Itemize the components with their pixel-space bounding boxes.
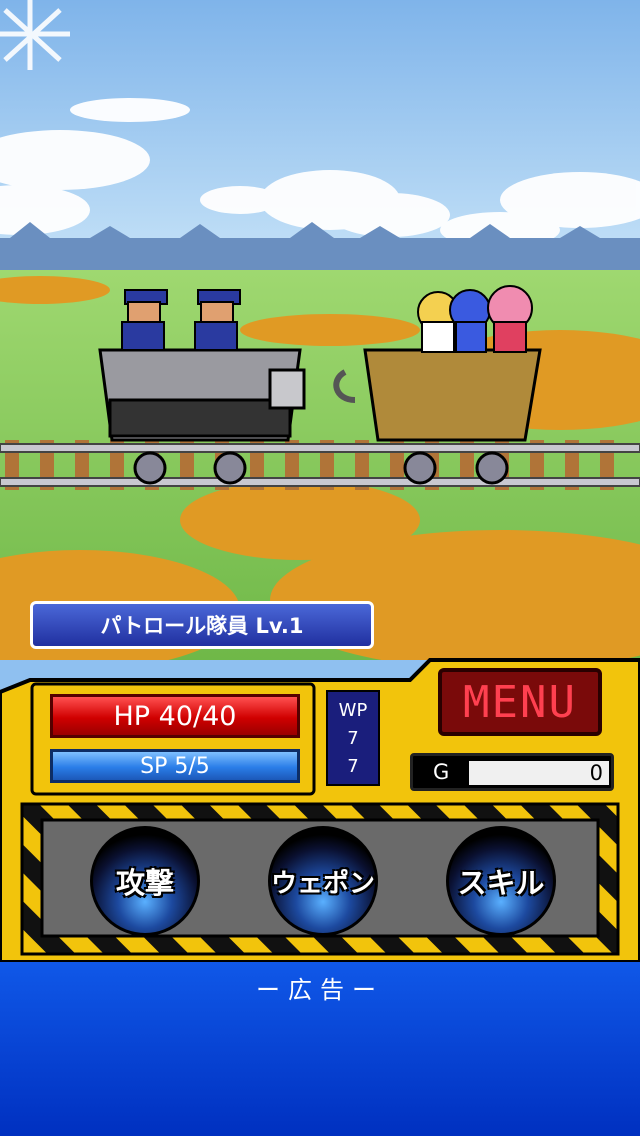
wp-current: 7 (347, 727, 359, 749)
wp-max: 7 (347, 755, 359, 777)
weapon-label: ウェポン (271, 868, 376, 899)
enemy-name-banner: パトロール隊員 Lv.1 (30, 601, 374, 649)
ad-banner[interactable]: ー広告ー (0, 962, 640, 1136)
wp-counter: WP 7 7 (326, 690, 380, 786)
enemy-patrol-officer-2 (194, 289, 241, 351)
gold-display: G 0 (410, 753, 614, 791)
hp-value: HP 40/40 (113, 700, 237, 732)
enemy-name-label: パトロール隊員 Lv.1 (100, 614, 304, 638)
hero-blue-hair (449, 289, 491, 353)
ad-label: ー広告ー (256, 976, 384, 1004)
gold-value: 0 (469, 761, 609, 785)
gold-label: G (433, 760, 450, 784)
battle-scene (0, 0, 640, 660)
attack-button[interactable]: 攻撃 (90, 826, 200, 936)
weapon-button[interactable]: ウェポン (268, 826, 378, 936)
hero-pink-hair (487, 285, 533, 353)
enemy-patrol-officer-1 (121, 289, 168, 351)
skill-button[interactable]: スキル (446, 826, 556, 936)
menu-button[interactable]: MENU (438, 668, 602, 736)
attack-label: 攻撃 (115, 866, 174, 900)
wp-label: WP (338, 699, 368, 721)
sp-gauge: SP 5/5 (50, 749, 300, 783)
sp-value: SP 5/5 (140, 753, 210, 779)
skill-label: スキル (457, 866, 545, 900)
hp-gauge: HP 40/40 (50, 694, 300, 738)
